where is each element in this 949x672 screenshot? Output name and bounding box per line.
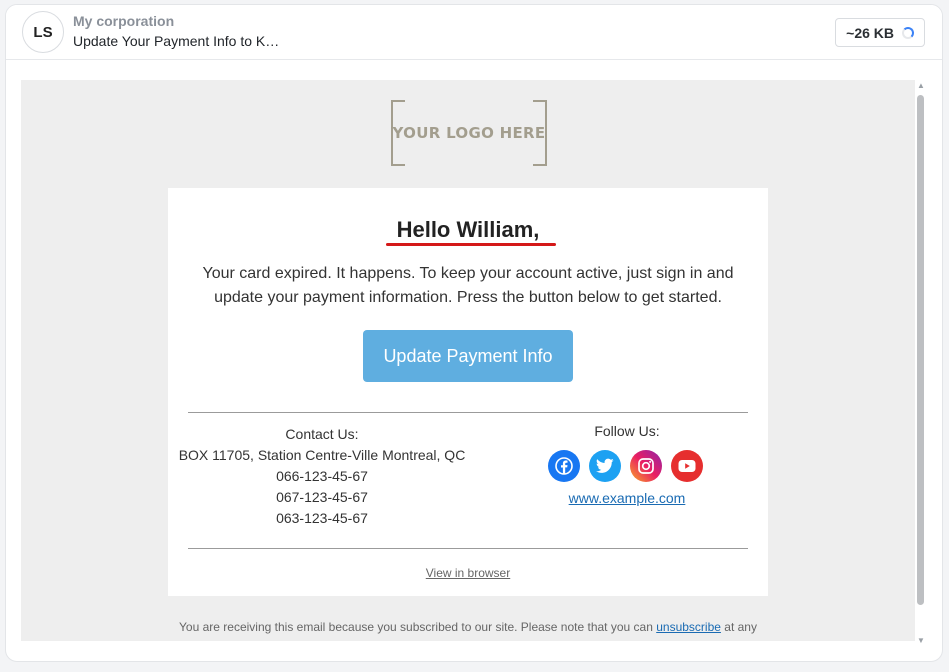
company-logo: YOUR LOGO HERE: [391, 100, 547, 166]
sender-avatar: LS: [22, 11, 64, 53]
contact-title: Contact Us:: [285, 426, 359, 442]
footer-note: You are receiving this email because you…: [161, 618, 775, 637]
email-header: LS My corporation Update Your Payment In…: [6, 5, 942, 60]
divider-bottom: [188, 548, 748, 549]
scroll-up-arrow-icon[interactable]: ▲: [917, 82, 925, 90]
divider-top: [188, 412, 748, 413]
contact-phone: 066-123-45-67: [276, 468, 368, 484]
scroll-down-arrow-icon[interactable]: ▼: [917, 637, 925, 645]
facebook-icon[interactable]: [548, 450, 580, 482]
view-in-browser-link[interactable]: View in browser: [168, 566, 768, 580]
contact-phone: 063-123-45-67: [276, 510, 368, 526]
email-card: Hello William, Your card expired. It hap…: [168, 188, 768, 596]
website-link[interactable]: www.example.com: [530, 490, 724, 506]
greeting-heading: Hello William,: [396, 217, 540, 242]
follow-title: Follow Us:: [594, 423, 660, 439]
loading-spinner-icon: [902, 26, 914, 39]
youtube-icon[interactable]: [671, 450, 703, 482]
scroll-thumb[interactable]: [917, 95, 924, 605]
contact-address: BOX 11705, Station Centre-Ville Montreal…: [178, 447, 466, 463]
contact-section: Contact Us: BOX 11705, Station Centre-Vi…: [168, 424, 476, 529]
greeting-underline: [386, 243, 556, 246]
social-icons: [548, 450, 703, 482]
logo-text: YOUR LOGO HERE: [392, 124, 546, 142]
size-badge[interactable]: ~26 KB: [835, 18, 925, 47]
footer-text-end: at any: [720, 620, 757, 634]
update-payment-button[interactable]: Update Payment Info: [363, 330, 573, 382]
unsubscribe-link[interactable]: unsubscribe: [656, 620, 721, 634]
email-body-viewport[interactable]: YOUR LOGO HERE Hello William, Your card …: [21, 80, 915, 641]
vertical-scrollbar[interactable]: ▲ ▼: [916, 82, 926, 645]
email-subject: Update Your Payment Info to K…: [73, 33, 280, 49]
footer-text: You are receiving this email because you…: [179, 620, 657, 634]
size-label: ~26 KB: [846, 24, 894, 41]
instagram-icon[interactable]: [630, 450, 662, 482]
sender-name: My corporation: [73, 13, 175, 29]
contact-phone: 067-123-45-67: [276, 489, 368, 505]
email-preview-frame: LS My corporation Update Your Payment In…: [5, 4, 943, 662]
logo-bracket-right: [533, 100, 547, 166]
twitter-icon[interactable]: [589, 450, 621, 482]
email-message: Your card expired. It happens. To keep y…: [202, 265, 734, 306]
logo-bracket-left: [391, 100, 405, 166]
